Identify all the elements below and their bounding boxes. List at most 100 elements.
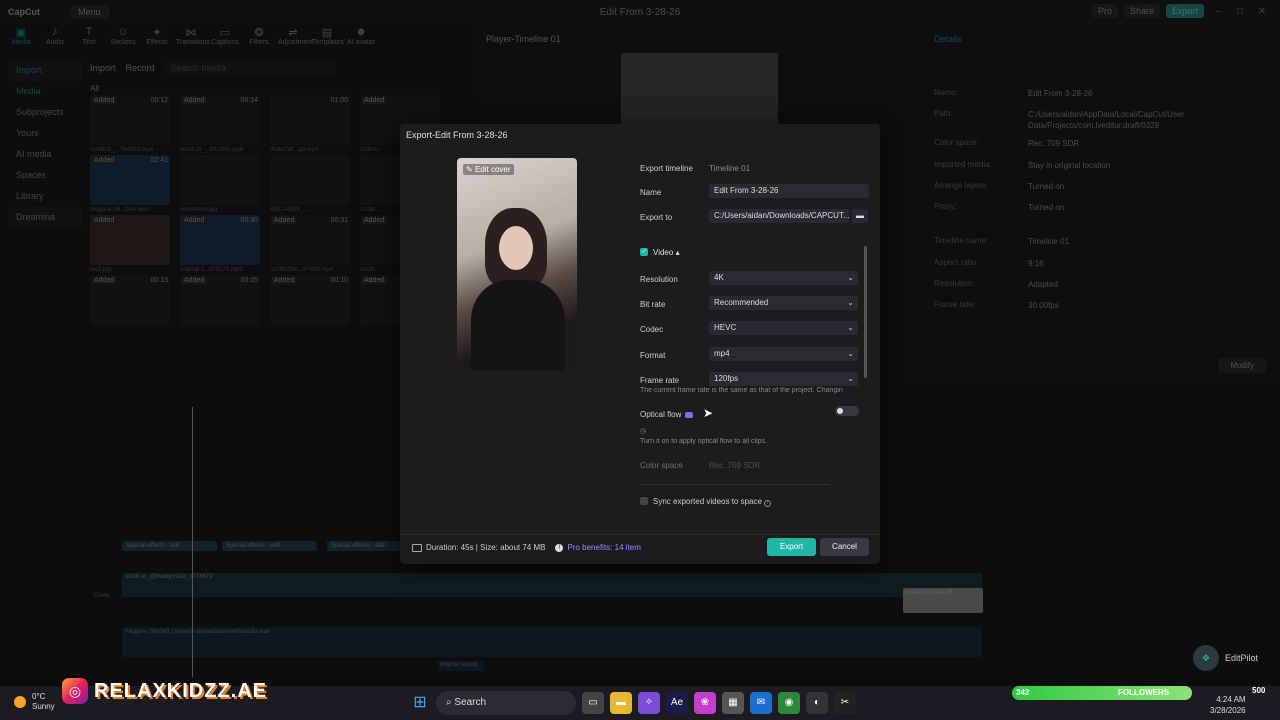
sidebar-item-media[interactable]: Media bbox=[8, 81, 82, 102]
media-thumbnail[interactable]: 659144538_... bbox=[270, 155, 350, 213]
media-icon: ▣ bbox=[15, 27, 27, 39]
edit-cover-button[interactable]: ✎ Edit cover bbox=[463, 164, 514, 175]
media-thumbnail[interactable]: Added 02:41 Модель (М...blue.wav bbox=[90, 155, 170, 213]
copilot-icon[interactable]: ✧ bbox=[638, 692, 660, 714]
file-explorer-icon[interactable]: ▬ bbox=[610, 692, 632, 714]
added-badge: Added bbox=[272, 277, 297, 284]
media-thumbnail[interactable]: Added 00:05 bbox=[180, 275, 260, 325]
video-track[interactable]: ssstik.io_@lisanycraze_1774673 bbox=[122, 573, 982, 597]
media-thumbnail[interactable]: Added 00:10 bbox=[270, 275, 350, 325]
pro-info-icon: ! bbox=[555, 543, 564, 552]
thumbnail-caption: 659144538_... bbox=[270, 207, 309, 213]
record-button[interactable]: Record bbox=[126, 63, 155, 73]
tool-audio[interactable]: ♪ Audio bbox=[40, 26, 70, 50]
chrome-icon[interactable]: ◉ bbox=[778, 692, 800, 714]
cover-button[interactable]: Cover bbox=[94, 593, 110, 599]
sidebar-item-yours[interactable]: Yours bbox=[8, 123, 82, 144]
task-view-icon[interactable]: ▭ bbox=[582, 692, 604, 714]
store-icon[interactable]: ▦ bbox=[722, 692, 744, 714]
obs-icon[interactable]: ◐ bbox=[806, 692, 828, 714]
sidebar-item-dreamina[interactable]: Dreamina bbox=[8, 207, 82, 228]
pro-benefits-link[interactable]: Pro benefits: 14 item bbox=[567, 543, 640, 552]
export-path-field[interactable]: C:/Users/aidan/Downloads/CAPCUT... bbox=[709, 209, 849, 223]
import-button[interactable]: Import bbox=[90, 63, 116, 73]
fx-track-clip[interactable]: Special effects - edit bbox=[222, 541, 317, 551]
name-field[interactable]: Edit From 3-28-26 bbox=[709, 184, 869, 198]
maximize-icon[interactable]: □ bbox=[1232, 6, 1248, 17]
weather-widget[interactable]: 0°C Sunny bbox=[14, 692, 55, 712]
media-thumbnail[interactable]: homebody.jpg bbox=[180, 155, 260, 213]
added-badge: Added bbox=[92, 97, 117, 104]
top-export-button[interactable]: Export bbox=[1165, 4, 1204, 18]
duration-label: 00:31 bbox=[330, 217, 348, 224]
windows-start-icon[interactable]: ⊞ bbox=[410, 693, 430, 713]
tool-captions[interactable]: ▭ Captions bbox=[210, 26, 240, 50]
media-thumbnail[interactable]: Added 00:14 ssstik.io_...692566.mp4 bbox=[180, 95, 260, 153]
details-value: 30.00fps bbox=[1028, 301, 1059, 310]
sync-label[interactable]: Sync exported videos to space i bbox=[653, 497, 772, 507]
audio-track[interactable]: Модель (Model) (slowed)-slowedandreverbs… bbox=[122, 627, 982, 657]
mail-icon[interactable]: ✉ bbox=[750, 692, 772, 714]
framerate-select[interactable]: 120fps ⌄ bbox=[709, 372, 858, 386]
bitrate-select[interactable]: Recommended ⌄ bbox=[709, 296, 858, 310]
resolution-select[interactable]: 4K ⌄ bbox=[709, 271, 858, 285]
taskbar-search[interactable]: ⌕ Search bbox=[436, 691, 576, 715]
audio-track-2[interactable]: original sound bbox=[438, 661, 484, 671]
export-button[interactable]: Export bbox=[767, 538, 816, 556]
tool-ai-avatar[interactable]: ☻ AI avatar bbox=[346, 26, 376, 50]
optical-flow-toggle[interactable] bbox=[835, 406, 859, 416]
media-thumbnail[interactable]: Added 00:12 ssstik.io_...764359.mp4 bbox=[90, 95, 170, 153]
sidebar-item-subprojects[interactable]: Subprojects bbox=[8, 102, 82, 123]
tool-templates[interactable]: ▤ Templates bbox=[312, 26, 344, 50]
sync-checkbox[interactable] bbox=[640, 497, 648, 505]
tool-text[interactable]: T Text bbox=[74, 26, 104, 50]
media-thumbnail[interactable]: Added 00:31 ca0f9236e...9740d.mp4 bbox=[270, 215, 350, 273]
tool-media[interactable]: ▣ Media bbox=[6, 26, 36, 50]
tool-effects[interactable]: ✦ Effects bbox=[142, 26, 172, 50]
codec-select[interactable]: HEVC ⌄ bbox=[709, 321, 858, 335]
capcut-taskbar-icon[interactable]: ✂ bbox=[834, 692, 856, 714]
tool-stickers[interactable]: ☺ Stickers bbox=[108, 26, 138, 50]
menu-button[interactable]: Menu bbox=[70, 5, 109, 19]
media-thumbnail[interactable]: 01:00 Waterfall...go.mp4 bbox=[270, 95, 350, 153]
added-badge: Added bbox=[182, 217, 207, 224]
tool-filters[interactable]: ❂ Filters bbox=[244, 26, 274, 50]
settings-scrollbar[interactable] bbox=[864, 246, 867, 378]
minimize-icon[interactable]: – bbox=[1210, 6, 1226, 17]
media-thumbnail[interactable]: Added 00:30 original s...875176.mp3 bbox=[180, 215, 260, 273]
media-thumbnail[interactable]: Added ms3.jpg bbox=[90, 215, 170, 273]
modify-button[interactable]: Modify bbox=[1218, 358, 1266, 373]
system-clock[interactable]: 4:24 AM 3/28/2026 bbox=[1210, 694, 1246, 716]
pro-button[interactable]: Pro bbox=[1091, 4, 1118, 18]
media-thumbnail[interactable]: Added 00:13 bbox=[90, 275, 170, 325]
folder-icon[interactable]: ▬ bbox=[852, 209, 868, 223]
share-button[interactable]: Share bbox=[1123, 4, 1160, 18]
added-badge: Added bbox=[92, 277, 117, 284]
white-clip[interactable]: white 00:00:04:05 bbox=[903, 588, 983, 613]
tool-transitions[interactable]: ⋈ Transitions bbox=[176, 26, 210, 50]
sidebar-item-library[interactable]: Library bbox=[8, 186, 82, 207]
after-effects-icon[interactable]: Ae bbox=[666, 692, 688, 714]
added-badge: Added bbox=[92, 157, 117, 164]
close-icon[interactable]: ✕ bbox=[1254, 6, 1270, 17]
format-select[interactable]: mp4 ⌄ bbox=[709, 347, 858, 361]
duration-label: 00:14 bbox=[240, 97, 258, 104]
sidebar-item-import[interactable]: Import bbox=[8, 60, 82, 81]
sidebar-item-spaces[interactable]: Spaces bbox=[8, 165, 82, 186]
cover-preview[interactable]: ✎ Edit cover bbox=[457, 158, 577, 371]
sidebar-item-ai-media[interactable]: AI media bbox=[8, 144, 82, 165]
playhead[interactable] bbox=[192, 407, 193, 677]
tool-adjustment[interactable]: ⇌ Adjustment bbox=[278, 26, 313, 50]
optical-flow-hint: Turn it on to apply optical flow to all … bbox=[640, 438, 767, 445]
chevron-down-icon: ⌄ bbox=[847, 323, 854, 332]
photos-icon[interactable]: ❀ bbox=[694, 692, 716, 714]
media-actions: Import Record Search media bbox=[90, 60, 470, 76]
dialog-title: Export-Edit From 3-28-26 bbox=[406, 130, 508, 140]
fx-track-clip[interactable]: Special effects - edit bbox=[122, 541, 217, 551]
video-checkbox[interactable]: ✓ bbox=[640, 248, 648, 256]
cancel-button[interactable]: Cancel bbox=[820, 538, 869, 556]
video-section-label[interactable]: Video ▴ bbox=[653, 248, 680, 257]
details-key: Color space: bbox=[934, 138, 979, 147]
media-search-input[interactable]: Search media bbox=[164, 61, 335, 75]
editpilot-widget[interactable]: ✥ EditPilot bbox=[1193, 645, 1258, 671]
